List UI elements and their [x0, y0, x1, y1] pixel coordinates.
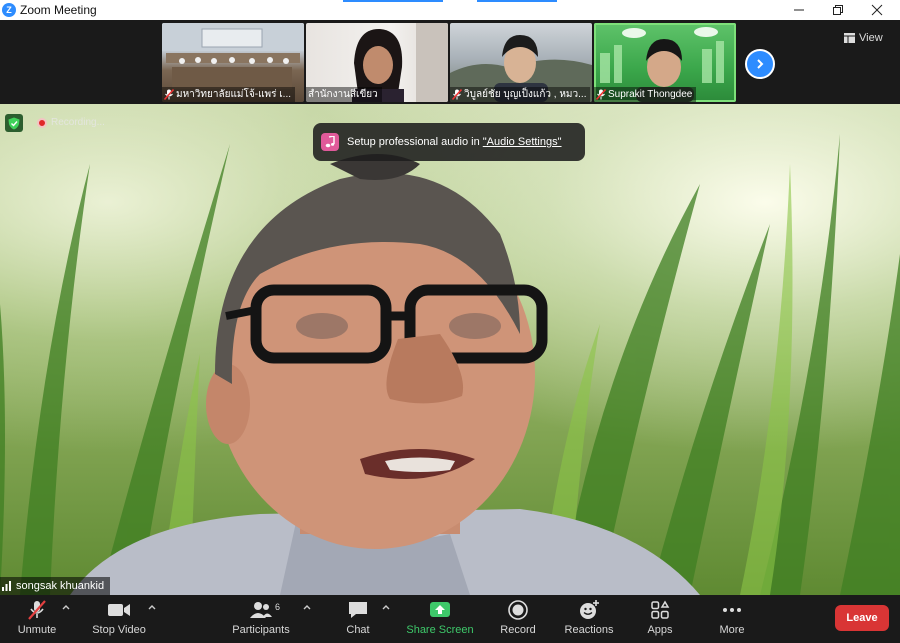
speaker-name: songsak khuankid [16, 580, 105, 592]
reactions-button[interactable]: Reactions [563, 599, 615, 641]
participants-count-badge: 6 [275, 602, 281, 612]
participant-name: มหาวิทยาลัยแม่โจ้-แพร่ เ... [176, 89, 292, 100]
participant-thumbnail-active[interactable]: Suprakit Thongdee [594, 23, 736, 102]
participant-thumbnail[interactable]: วิบูลย์ชัย บุญเป็งแก้ว , หมว... [450, 23, 592, 102]
participant-thumbnail-strip: มหาวิทยาลัยแม่โจ้-แพร่ เ... สำนักงานสีเข… [0, 20, 900, 104]
chat-label: Chat [346, 624, 370, 636]
mic-muted-icon [26, 599, 48, 621]
zoom-logo-icon: Z [2, 3, 16, 17]
signal-bars-icon [2, 581, 11, 591]
participant-name: Suprakit Thongdee [608, 89, 693, 100]
reactions-smiley-icon [578, 599, 600, 621]
chat-bubble-icon [347, 599, 369, 621]
record-label: Record [500, 624, 536, 636]
apps-label: Apps [647, 624, 673, 636]
share-screen-button[interactable]: Share Screen [406, 599, 474, 641]
apps-button[interactable]: Apps [643, 599, 677, 641]
audio-options-caret-icon[interactable] [61, 603, 71, 611]
more-dots-icon [721, 599, 743, 621]
notification-text: Setup professional audio in "Audio Setti… [347, 136, 562, 148]
speaker-person [70, 154, 700, 595]
share-screen-label: Share Screen [406, 624, 474, 636]
title-bar: Z Zoom Meeting [0, 0, 900, 20]
meeting-toolbar: Unmute Stop Video Participants 6 Chat Sh… [0, 595, 900, 643]
minimize-icon [794, 9, 804, 11]
record-button[interactable]: Record [498, 599, 538, 641]
participants-options-caret-icon[interactable] [302, 603, 312, 611]
chat-options-caret-icon[interactable] [381, 603, 391, 611]
participants-button[interactable]: Participants [230, 599, 292, 641]
audio-settings-link[interactable]: "Audio Settings" [483, 136, 562, 148]
mic-muted-icon [164, 89, 174, 100]
stop-video-label: Stop Video [92, 624, 146, 636]
active-speaker-video: Recording... Setup professional audio in… [0, 104, 900, 595]
participant-thumbnail[interactable]: มหาวิทยาลัยแม่โจ้-แพร่ เ... [162, 23, 304, 102]
leave-label: Leave [846, 612, 878, 624]
stop-video-button[interactable]: Stop Video [90, 599, 148, 641]
participant-name-tag: Suprakit Thongdee [594, 87, 697, 102]
view-button[interactable]: View [844, 29, 883, 47]
participant-name-tag: มหาวิทยาลัยแม่โจ้-แพร่ เ... [162, 87, 296, 102]
unmute-label: Unmute [17, 624, 57, 636]
view-label: View [859, 32, 883, 44]
participant-name: สำนักงานสีเขียว [308, 89, 378, 100]
participant-thumbnail[interactable]: สำนักงานสีเขียว [306, 23, 448, 102]
mic-muted-icon [452, 89, 462, 100]
shield-icon [8, 117, 20, 129]
participant-name-tag: วิบูลย์ชัย บุญเป็งแก้ว , หมว... [450, 87, 591, 102]
video-camera-icon [107, 599, 131, 621]
close-icon [871, 4, 883, 16]
video-options-caret-icon[interactable] [147, 603, 157, 611]
recording-dot-icon [37, 117, 47, 128]
leave-button[interactable]: Leave [835, 605, 889, 631]
more-label: More [719, 624, 745, 636]
speaker-name-tag: songsak khuankid [0, 577, 111, 595]
close-window-button[interactable] [860, 0, 894, 20]
maximize-button[interactable] [821, 0, 855, 20]
title-accent-line [343, 0, 443, 2]
restore-icon [833, 5, 843, 15]
next-page-button[interactable] [745, 49, 775, 79]
audio-settings-notification: Setup professional audio in "Audio Setti… [313, 123, 585, 161]
notification-prefix: Setup professional audio in [347, 136, 483, 148]
security-shield-button[interactable] [5, 114, 23, 132]
participant-name: วิบูลย์ชัย บุญเป็งแก้ว , หมว... [464, 89, 587, 100]
participants-icon [248, 599, 274, 621]
record-icon [507, 599, 529, 621]
unmute-button[interactable]: Unmute [14, 599, 60, 641]
participant-name-tag: สำนักงานสีเขียว [306, 87, 382, 102]
chevron-right-icon [757, 59, 764, 69]
minimize-button[interactable] [782, 0, 816, 20]
recording-indicator: Recording... [37, 117, 105, 128]
zoom-meeting-window: Z Zoom Meeting มหาวิทยาลัยแม่โจ้-แพร่ เ.… [0, 0, 900, 643]
title-accent-line [477, 0, 557, 2]
reactions-label: Reactions [564, 624, 614, 636]
window-title: Zoom Meeting [20, 3, 97, 17]
apps-icon [649, 599, 671, 621]
participants-label: Participants [232, 624, 290, 636]
chat-button[interactable]: Chat [340, 599, 376, 641]
mic-muted-icon [596, 89, 606, 100]
recording-label: Recording... [51, 117, 105, 128]
share-screen-icon [428, 599, 452, 621]
more-button[interactable]: More [715, 599, 749, 641]
grid-view-icon [844, 33, 855, 43]
music-note-icon [321, 133, 339, 151]
